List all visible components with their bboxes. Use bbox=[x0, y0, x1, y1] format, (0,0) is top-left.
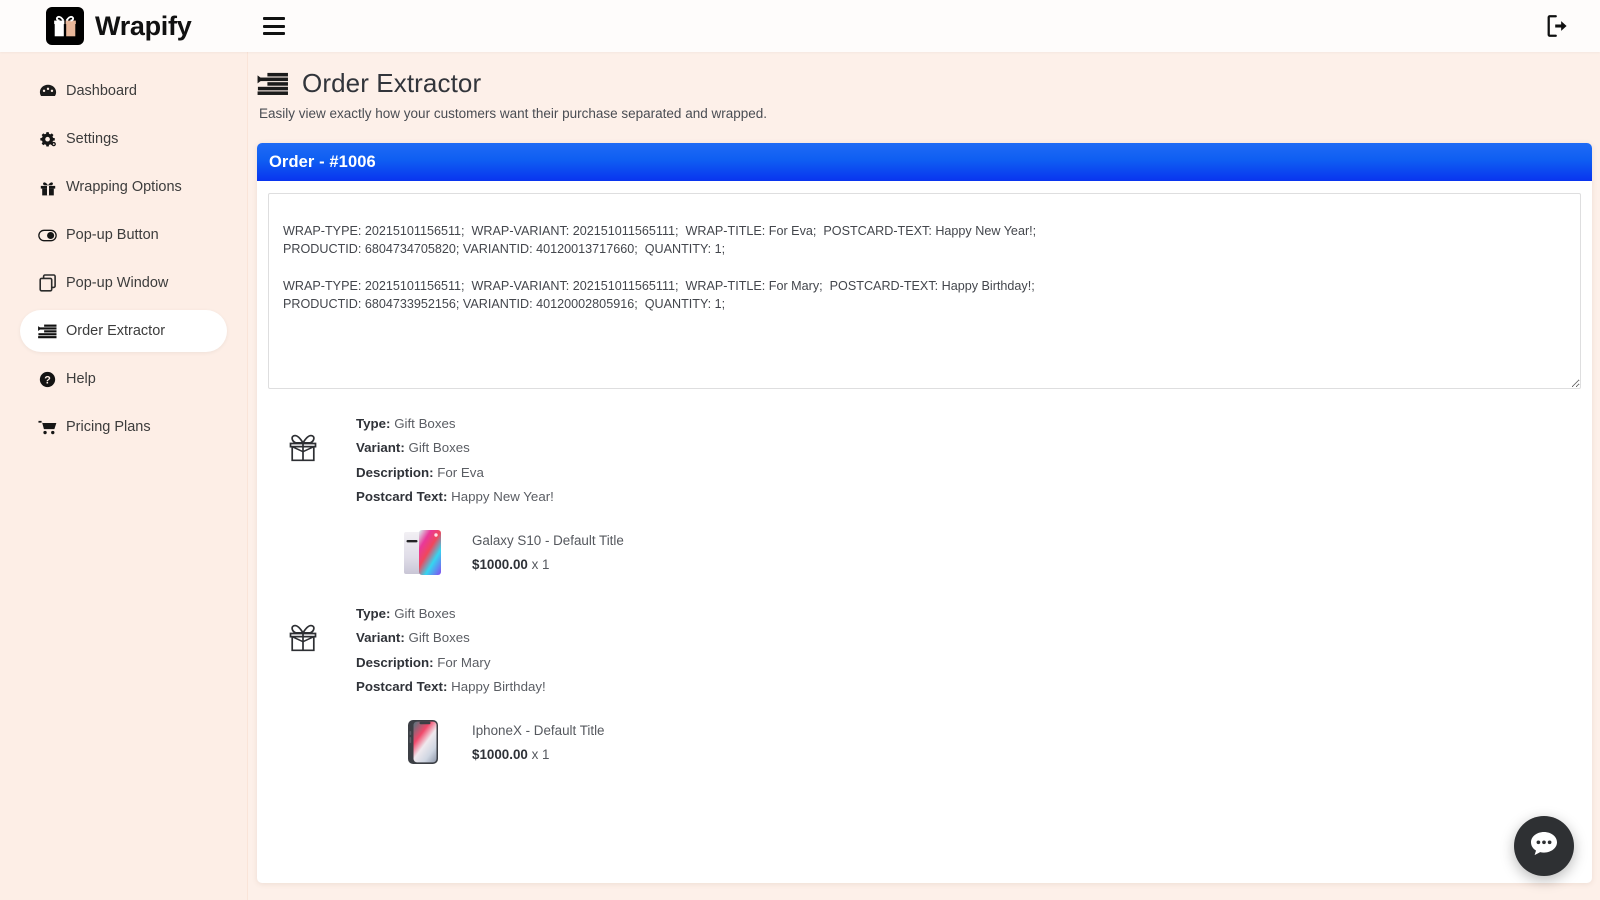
variant-value: Gift Boxes bbox=[408, 440, 470, 456]
sidebar-item-settings[interactable]: Settings bbox=[20, 118, 227, 160]
chat-bubble-button[interactable] bbox=[1514, 816, 1574, 876]
product-price-row: $1000.00 x 1 bbox=[472, 747, 605, 762]
wrap-variant-line: Variant: Gift Boxes bbox=[356, 630, 605, 645]
toggle-icon bbox=[38, 227, 57, 244]
sidebar-item-help[interactable]: ? Help bbox=[20, 358, 227, 400]
main-content: Order Extractor Easily view exactly how … bbox=[249, 52, 1600, 900]
postcard-text-value: Happy New Year! bbox=[451, 488, 554, 504]
postcard-text-label: Postcard Text: bbox=[356, 488, 448, 504]
page-header: Order Extractor Easily view exactly how … bbox=[249, 52, 1600, 121]
variant-value: Gift Boxes bbox=[408, 630, 470, 646]
logout-icon[interactable] bbox=[1546, 14, 1572, 38]
sidebar-item-popup-window[interactable]: Pop-up Window bbox=[20, 262, 227, 304]
wrap-description-line: Description: For Mary bbox=[356, 655, 605, 670]
gift-box-icon bbox=[282, 616, 324, 658]
type-label: Type: bbox=[356, 606, 391, 622]
product-row: IphoneX - Default Title $1000.00 x 1 bbox=[402, 718, 605, 767]
order-card-body bbox=[257, 181, 1592, 394]
sidebar-item-pricing-plans[interactable]: Pricing Plans bbox=[20, 406, 227, 448]
hamburger-menu-icon[interactable] bbox=[263, 17, 286, 35]
sidebar-item-label: Order Extractor bbox=[66, 323, 166, 339]
sidebar-item-label: Pricing Plans bbox=[66, 419, 151, 435]
variant-label: Variant: bbox=[356, 440, 405, 456]
list-extract-icon bbox=[38, 323, 57, 340]
wrap-postcard-line: Postcard Text: Happy Birthday! bbox=[356, 679, 605, 694]
chat-bubble-icon bbox=[1527, 828, 1561, 865]
description-label: Description: bbox=[356, 464, 434, 480]
galaxy-s10-thumbnail bbox=[402, 528, 444, 577]
gift-box-icon bbox=[282, 426, 324, 468]
page-title: Order Extractor bbox=[302, 68, 482, 98]
sidebar-item-wrapping-options[interactable]: Wrapping Options bbox=[20, 166, 227, 208]
product-price-row: $1000.00 x 1 bbox=[472, 557, 624, 572]
gear-icon bbox=[38, 131, 57, 148]
sidebar-item-label: Help bbox=[66, 371, 96, 387]
type-label: Type: bbox=[356, 416, 391, 431]
type-value: Gift Boxes bbox=[394, 416, 456, 431]
order-card: Order - #1006 WRAP-TYPE: 20215101156511;… bbox=[257, 143, 1592, 883]
product-price: $1000.00 bbox=[472, 556, 528, 572]
product-info: Galaxy S10 - Default Title $1000.00 x 1 bbox=[472, 533, 624, 572]
product-row: Galaxy S10 - Default Title $1000.00 x 1 bbox=[402, 528, 624, 577]
gift-logo-icon bbox=[46, 7, 84, 45]
dashboard-icon bbox=[38, 83, 57, 100]
wrap-group-details: Type: Gift Boxes Variant: Gift Boxes Des… bbox=[356, 606, 605, 767]
wrap-groups-list: Type: Gift Boxes Variant: Gift Boxes Des… bbox=[257, 394, 1592, 767]
iphonex-thumbnail bbox=[402, 718, 444, 767]
product-quantity: x 1 bbox=[531, 556, 550, 572]
wrap-group-details: Type: Gift Boxes Variant: Gift Boxes Des… bbox=[356, 416, 624, 577]
product-title: IphoneX - Default Title bbox=[472, 722, 605, 738]
wrap-variant-line: Variant: Gift Boxes bbox=[356, 440, 624, 455]
order-extract-textarea[interactable] bbox=[268, 193, 1581, 389]
page-subtitle: Easily view exactly how your customers w… bbox=[259, 106, 768, 121]
wrap-type-line: Type: Gift Boxes bbox=[356, 416, 624, 431]
product-info: IphoneX - Default Title $1000.00 x 1 bbox=[472, 723, 605, 762]
gift-icon bbox=[38, 179, 57, 196]
product-quantity: x 1 bbox=[531, 746, 550, 762]
order-card-header: Order - #1006 bbox=[257, 143, 1592, 181]
type-value: Gift Boxes bbox=[394, 606, 456, 622]
svg-text:?: ? bbox=[44, 374, 51, 386]
page-title-row: Order Extractor bbox=[257, 68, 1600, 99]
brand-name: Wrapify bbox=[95, 10, 192, 41]
wrap-postcard-line: Postcard Text: Happy New Year! bbox=[356, 489, 624, 504]
sidebar: Dashboard Settings Wrapping Options Pop-… bbox=[0, 52, 248, 900]
shopping-cart-icon bbox=[38, 419, 57, 436]
description-label: Description: bbox=[356, 654, 434, 670]
top-bar: Wrapify bbox=[0, 0, 1600, 52]
description-value: For Eva bbox=[437, 464, 484, 480]
question-circle-icon: ? bbox=[38, 371, 57, 388]
product-title: Galaxy S10 - Default Title bbox=[472, 532, 624, 548]
sidebar-item-dashboard[interactable]: Dashboard bbox=[20, 70, 227, 112]
list-extract-icon bbox=[257, 72, 289, 96]
sidebar-item-label: Pop-up Window bbox=[66, 275, 169, 291]
sidebar-item-order-extractor[interactable]: Order Extractor bbox=[20, 310, 227, 352]
wrap-description-line: Description: For Eva bbox=[356, 465, 624, 480]
wrap-group: Type: Gift Boxes Variant: Gift Boxes Des… bbox=[268, 576, 1581, 767]
sidebar-item-label: Pop-up Button bbox=[66, 227, 159, 243]
sidebar-item-label: Dashboard bbox=[66, 83, 137, 99]
variant-label: Variant: bbox=[356, 630, 405, 646]
description-value: For Mary bbox=[437, 654, 491, 670]
product-price: $1000.00 bbox=[472, 746, 528, 762]
sidebar-item-label: Settings bbox=[66, 131, 119, 147]
wrap-group: Type: Gift Boxes Variant: Gift Boxes Des… bbox=[268, 394, 1581, 577]
sidebar-item-popup-button[interactable]: Pop-up Button bbox=[20, 214, 227, 256]
brand[interactable]: Wrapify bbox=[46, 7, 192, 45]
postcard-text-label: Postcard Text: bbox=[356, 678, 448, 694]
sidebar-item-label: Wrapping Options bbox=[66, 179, 182, 195]
order-number-title: Order - #1006 bbox=[269, 152, 376, 171]
window-copy-icon bbox=[38, 274, 57, 292]
postcard-text-value: Happy Birthday! bbox=[451, 678, 546, 694]
wrap-type-line: Type: Gift Boxes bbox=[356, 606, 605, 621]
